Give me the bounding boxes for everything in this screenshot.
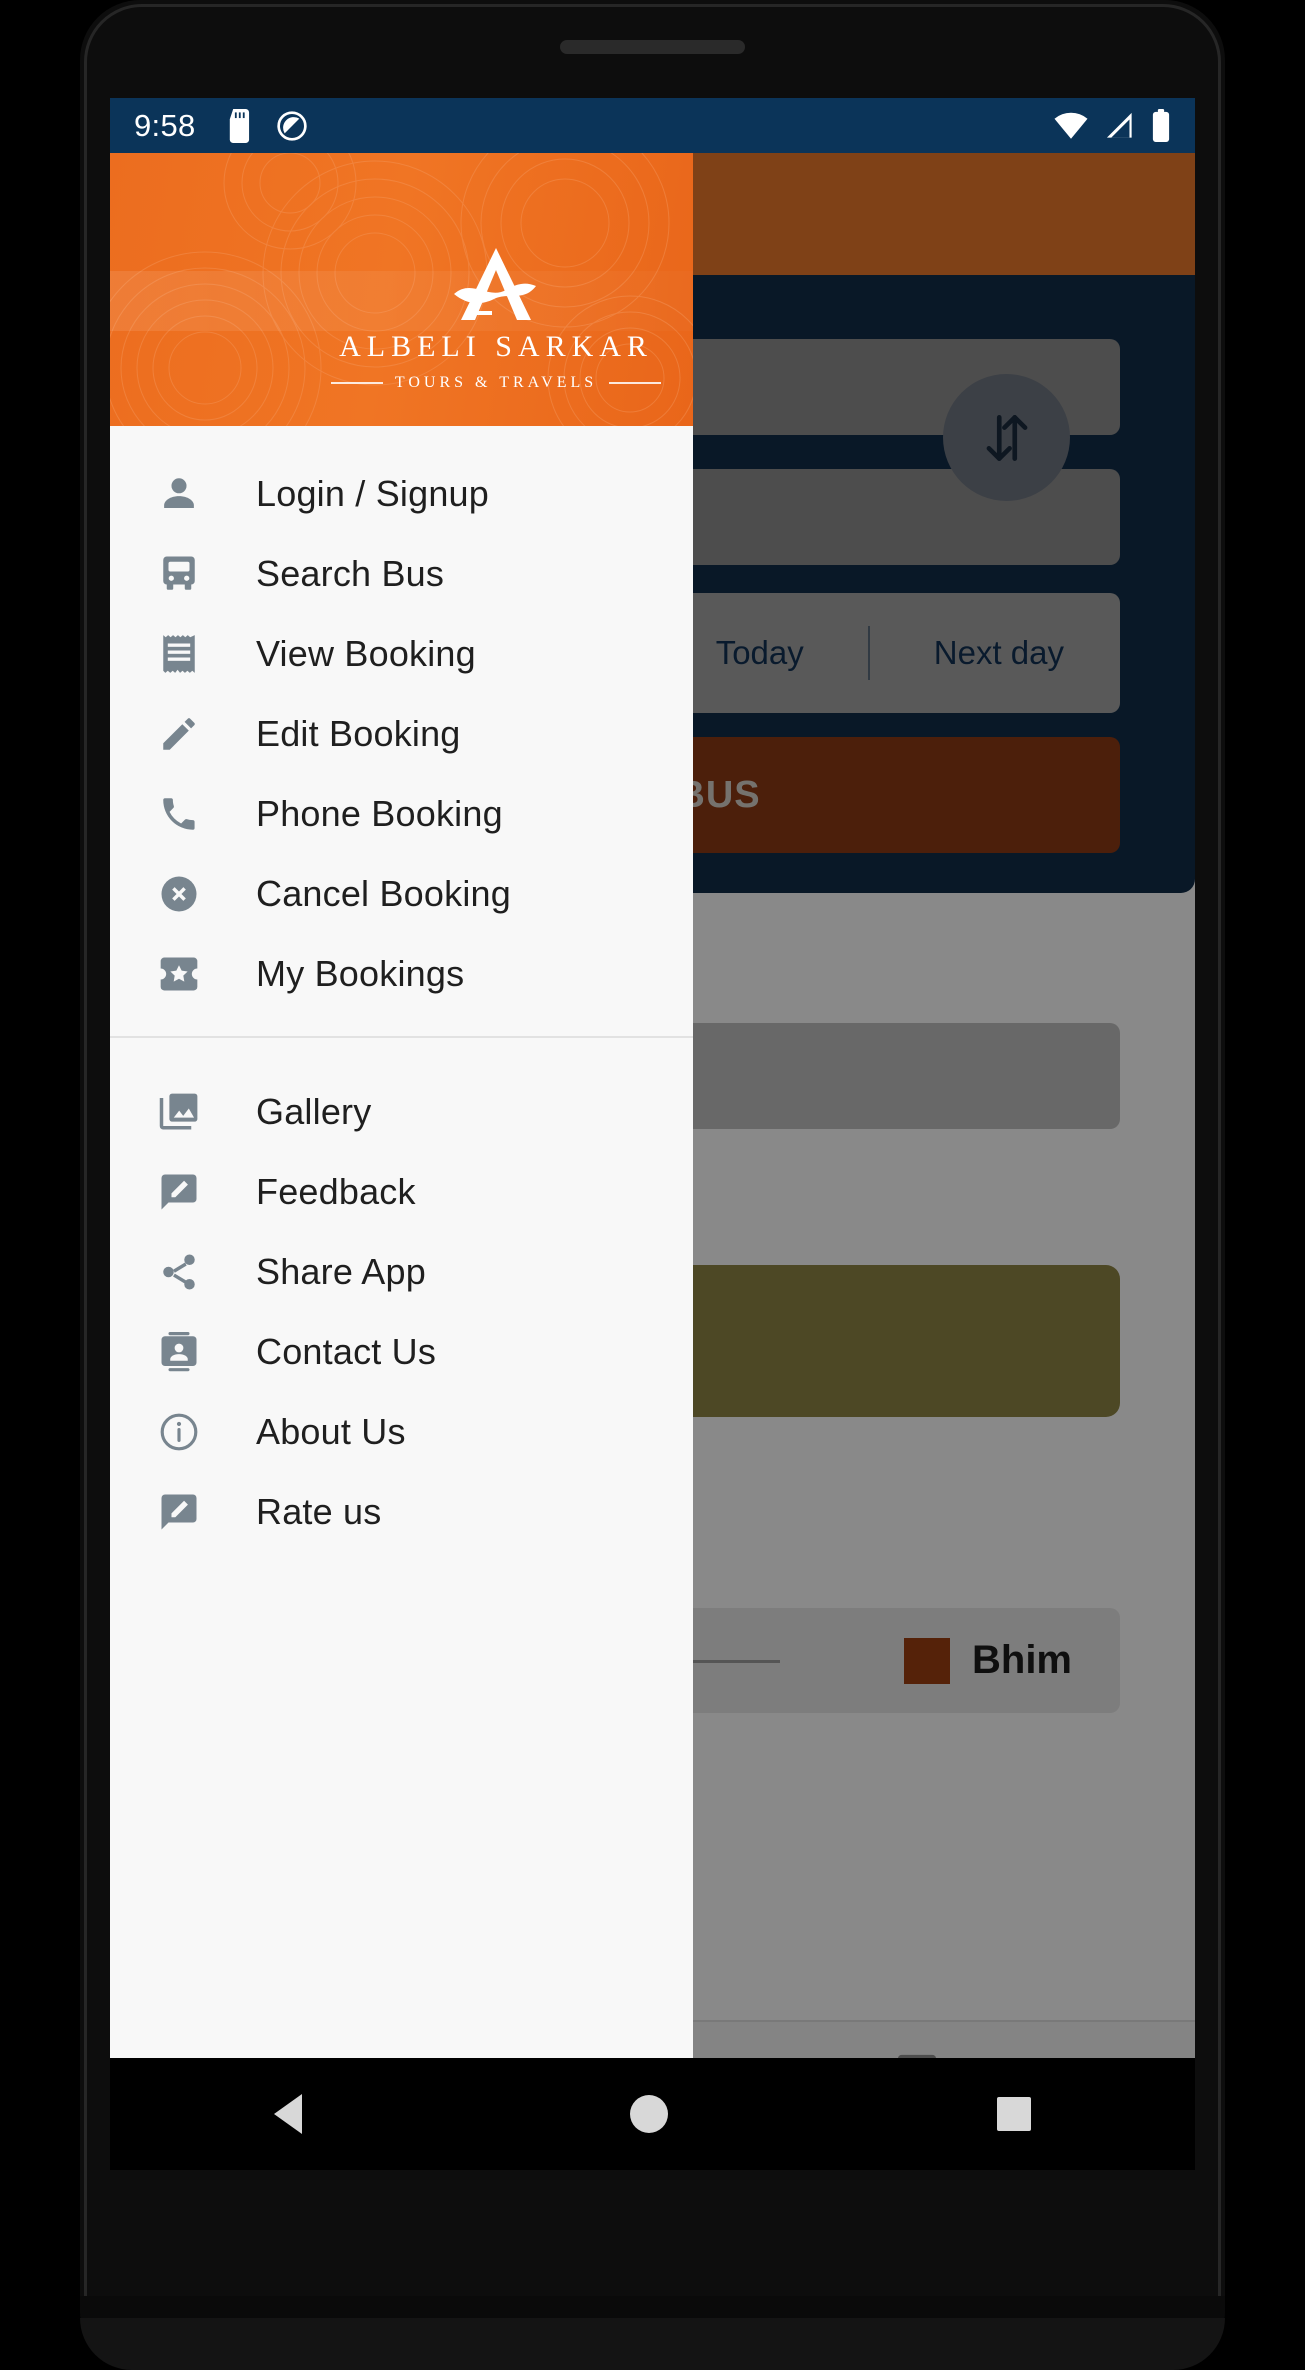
screenshot-root: Today Next day SEARCH BUS GUIDELINES Off… bbox=[0, 0, 1305, 2370]
drawer-item-contact-us[interactable]: Contact Us bbox=[110, 1312, 693, 1392]
drawer-item-search-bus[interactable]: Search Bus bbox=[110, 534, 693, 614]
sd-card-icon bbox=[229, 108, 249, 143]
tagline-rule-left bbox=[331, 382, 383, 384]
brand-tagline-row: TOURS & TRAVELS bbox=[331, 374, 662, 392]
status-bar-right-icons bbox=[1053, 108, 1171, 143]
device-bottom-inner bbox=[80, 2318, 1225, 2370]
logo-a-icon bbox=[454, 248, 536, 320]
navigation-drawer: ALBELI SARKAR TOURS & TRAVELS Login / Si… bbox=[110, 153, 693, 2113]
drawer-item-feedback[interactable]: Feedback bbox=[110, 1152, 693, 1232]
drawer-item-label: My Bookings bbox=[256, 953, 465, 994]
rate-review-icon bbox=[149, 1491, 209, 1533]
home-icon[interactable] bbox=[630, 2095, 669, 2133]
wifi-icon bbox=[1054, 112, 1088, 139]
drawer-item-edit-booking[interactable]: Edit Booking bbox=[110, 694, 693, 774]
status-bar-left-icons bbox=[226, 108, 308, 143]
android-navigation-bar bbox=[110, 2058, 1195, 2170]
drawer-item-label: About Us bbox=[256, 1411, 406, 1452]
status-bar: 9:58 bbox=[110, 98, 1195, 153]
phone-screen: Today Next day SEARCH BUS GUIDELINES Off… bbox=[110, 98, 1195, 2170]
ticket-star-icon bbox=[149, 953, 209, 995]
drawer-item-share-app[interactable]: Share App bbox=[110, 1232, 693, 1312]
drawer-item-label: Phone Booking bbox=[256, 793, 503, 834]
earpiece-speaker bbox=[560, 40, 745, 54]
drawer-item-label: View Booking bbox=[256, 633, 476, 674]
drawer-item-label: Share App bbox=[256, 1251, 426, 1292]
drawer-item-login-signup[interactable]: Login / Signup bbox=[110, 454, 693, 534]
drawer-item-label: Contact Us bbox=[256, 1331, 437, 1372]
bus-icon bbox=[149, 553, 209, 595]
feedback-icon bbox=[149, 1171, 209, 1213]
drawer-item-label: Gallery bbox=[256, 1091, 372, 1132]
battery-icon bbox=[1152, 108, 1170, 142]
drawer-item-label: Login / Signup bbox=[256, 473, 489, 514]
drawer-item-label: Edit Booking bbox=[256, 713, 461, 754]
info-circle-icon bbox=[149, 1411, 209, 1453]
drawer-item-phone-booking[interactable]: Phone Booking bbox=[110, 774, 693, 854]
drawer-item-label: Search Bus bbox=[256, 553, 445, 594]
status-bar-clock: 9:58 bbox=[134, 107, 196, 143]
cancel-circle-icon bbox=[149, 873, 209, 915]
drawer-item-gallery[interactable]: Gallery bbox=[110, 1072, 693, 1152]
drawer-menu-group-secondary: Gallery Feedback Share App Contact Us Ab… bbox=[110, 1036, 693, 1574]
phone-icon bbox=[149, 793, 209, 835]
drawer-item-label: Feedback bbox=[256, 1171, 416, 1212]
brand-logo: ALBELI SARKAR TOURS & TRAVELS bbox=[331, 244, 662, 392]
drawer-item-view-booking[interactable]: View Booking bbox=[110, 614, 693, 694]
person-icon bbox=[149, 473, 209, 515]
share-icon bbox=[149, 1251, 209, 1293]
photo-library-icon bbox=[149, 1091, 209, 1133]
drawer-menu-group-primary: Login / Signup Search Bus View Booking E… bbox=[110, 426, 693, 1036]
drawer-item-about-us[interactable]: About Us bbox=[110, 1392, 693, 1472]
brand-tagline: TOURS & TRAVELS bbox=[394, 374, 598, 391]
tagline-rule-right bbox=[609, 382, 662, 384]
drawer-item-rate-us[interactable]: Rate us bbox=[110, 1472, 693, 1552]
back-icon[interactable] bbox=[274, 2094, 303, 2134]
recents-icon[interactable] bbox=[996, 2097, 1031, 2131]
do-not-disturb-icon bbox=[276, 110, 307, 141]
drawer-item-my-bookings[interactable]: My Bookings bbox=[110, 934, 693, 1014]
brand-name: ALBELI SARKAR bbox=[339, 330, 653, 363]
drawer-item-cancel-booking[interactable]: Cancel Booking bbox=[110, 854, 693, 934]
drawer-item-label: Rate us bbox=[256, 1491, 382, 1532]
receipt-icon bbox=[149, 633, 209, 675]
contact-card-icon bbox=[149, 1331, 209, 1373]
pencil-icon bbox=[149, 713, 209, 755]
drawer-item-label: Cancel Booking bbox=[256, 873, 511, 914]
drawer-header: ALBELI SARKAR TOURS & TRAVELS bbox=[110, 153, 693, 426]
cellular-signal-icon bbox=[1106, 112, 1132, 138]
